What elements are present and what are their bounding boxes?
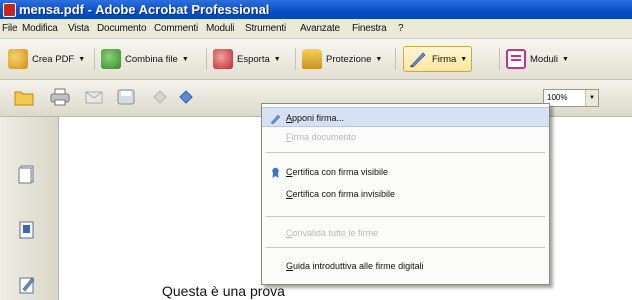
print-icon[interactable] xyxy=(50,88,70,106)
menu-item-label: Firma documento xyxy=(286,132,357,142)
dropdown-arrow-icon: ▼ xyxy=(562,55,569,63)
menu-file[interactable]: File xyxy=(2,23,18,34)
combina-file-button[interactable]: Combina file ▼ xyxy=(101,47,189,71)
menu-item-label: Convalida tutte le firme xyxy=(286,228,379,238)
protezione-button[interactable]: Protezione ▼ xyxy=(302,47,382,71)
dropdown-arrow-icon: ▼ xyxy=(460,55,468,63)
menu-item-label: Certifica con firma invisibile xyxy=(286,189,396,199)
dropdown-arrow-icon: ▼ xyxy=(375,55,383,63)
tasks-toolbar: Crea PDF ▼ Combina file ▼ Esporta ▼ Protezi… xyxy=(0,39,632,80)
menu-item-guida-firme-digitali[interactable]: Guida introduttiva alle firme digitali xyxy=(262,256,549,276)
menu-item-convalida-firme: Convalida tutte le firme xyxy=(262,223,549,243)
menu-item-label: Guida introduttiva alle firme digitali xyxy=(286,261,424,271)
certificate-ribbon-icon xyxy=(272,167,279,178)
menu-avanzate[interactable]: Avanzate xyxy=(300,23,340,34)
email-icon[interactable] xyxy=(84,88,104,106)
acrobat-app-icon xyxy=(3,3,16,17)
menu-separator xyxy=(266,247,545,248)
export-icon xyxy=(213,49,233,69)
protezione-label: Protezione xyxy=(326,53,372,65)
menu-help[interactable]: ? xyxy=(398,23,404,34)
window-title: mensa.pdf - Adobe Acrobat Professional xyxy=(19,2,270,17)
next-page-icon[interactable] xyxy=(176,88,196,106)
toolbar-separator xyxy=(499,48,500,70)
signatures-panel-icon[interactable] xyxy=(18,275,36,295)
menu-bar: File Modifica Vista Documento Commenti M… xyxy=(0,19,632,39)
menu-strumenti[interactable]: Strumenti xyxy=(245,23,286,34)
forms-icon xyxy=(506,49,526,69)
dropdown-arrow-icon: ▼ xyxy=(78,55,86,63)
pen-icon xyxy=(270,114,281,124)
esporta-button[interactable]: Esporta ▼ xyxy=(213,47,281,71)
menu-item-apponi-firma[interactable]: Apponi firma... xyxy=(262,107,549,127)
menu-documento[interactable]: Documento xyxy=(97,23,147,34)
menu-separator xyxy=(266,152,545,153)
toolbar-separator xyxy=(94,48,95,70)
combine-files-icon xyxy=(101,49,121,69)
menu-moduli[interactable]: Moduli xyxy=(206,23,234,34)
toolbar-separator xyxy=(395,48,396,70)
menu-commenti[interactable]: Commenti xyxy=(154,23,198,34)
zoom-value: 100% xyxy=(547,93,568,102)
menu-vista[interactable]: Vista xyxy=(68,23,89,34)
save-icon[interactable] xyxy=(116,88,136,106)
menu-item-label: Apponi firma... xyxy=(286,113,345,123)
menu-separator xyxy=(266,216,545,217)
crea-pdf-label: Crea PDF xyxy=(32,53,75,65)
moduli-button[interactable]: Moduli ▼ xyxy=(506,47,569,71)
document-text: Questa è una prova xyxy=(162,283,285,299)
title-bar: mensa.pdf - Adobe Acrobat Professional xyxy=(0,0,632,19)
menu-modifica[interactable]: Modifica xyxy=(22,23,58,34)
menu-item-firma-documento: Firma documento xyxy=(262,127,549,147)
menu-finestra[interactable]: Finestra xyxy=(352,23,387,34)
toolbar-separator xyxy=(295,48,296,70)
firma-button[interactable]: Firma ▼ xyxy=(403,46,473,72)
signature-pen-icon xyxy=(408,49,428,69)
menu-item-certifica-visibile[interactable]: Certifica con firma visibile xyxy=(262,162,549,182)
padlock-icon xyxy=(302,49,322,69)
firma-dropdown-menu: Apponi firma... Firma documento Certific… xyxy=(261,103,550,285)
combina-file-label: Combina file xyxy=(125,53,178,65)
toolbar-separator xyxy=(206,48,207,70)
moduli-label: Moduli xyxy=(530,53,558,65)
navigation-panel xyxy=(0,117,59,300)
dropdown-arrow-icon: ▼ xyxy=(181,55,189,63)
crea-pdf-button[interactable]: Crea PDF ▼ xyxy=(8,47,85,71)
dropdown-arrow-icon: ▼ xyxy=(273,55,281,63)
menu-item-label: Certifica con firma visibile xyxy=(286,167,389,177)
pages-icon[interactable] xyxy=(18,164,36,184)
chevron-down-icon[interactable]: ▼ xyxy=(585,90,598,106)
menu-item-certifica-invisibile[interactable]: Certifica con firma invisibile xyxy=(262,184,549,204)
create-pdf-icon xyxy=(8,49,28,69)
firma-label: Firma xyxy=(432,53,457,65)
previous-page-icon[interactable] xyxy=(150,88,170,106)
zoom-combobox[interactable]: 100% ▼ xyxy=(543,89,599,107)
esporta-label: Esporta xyxy=(237,53,270,65)
bookmarks-icon[interactable] xyxy=(18,220,36,240)
open-folder-icon[interactable] xyxy=(14,88,34,106)
